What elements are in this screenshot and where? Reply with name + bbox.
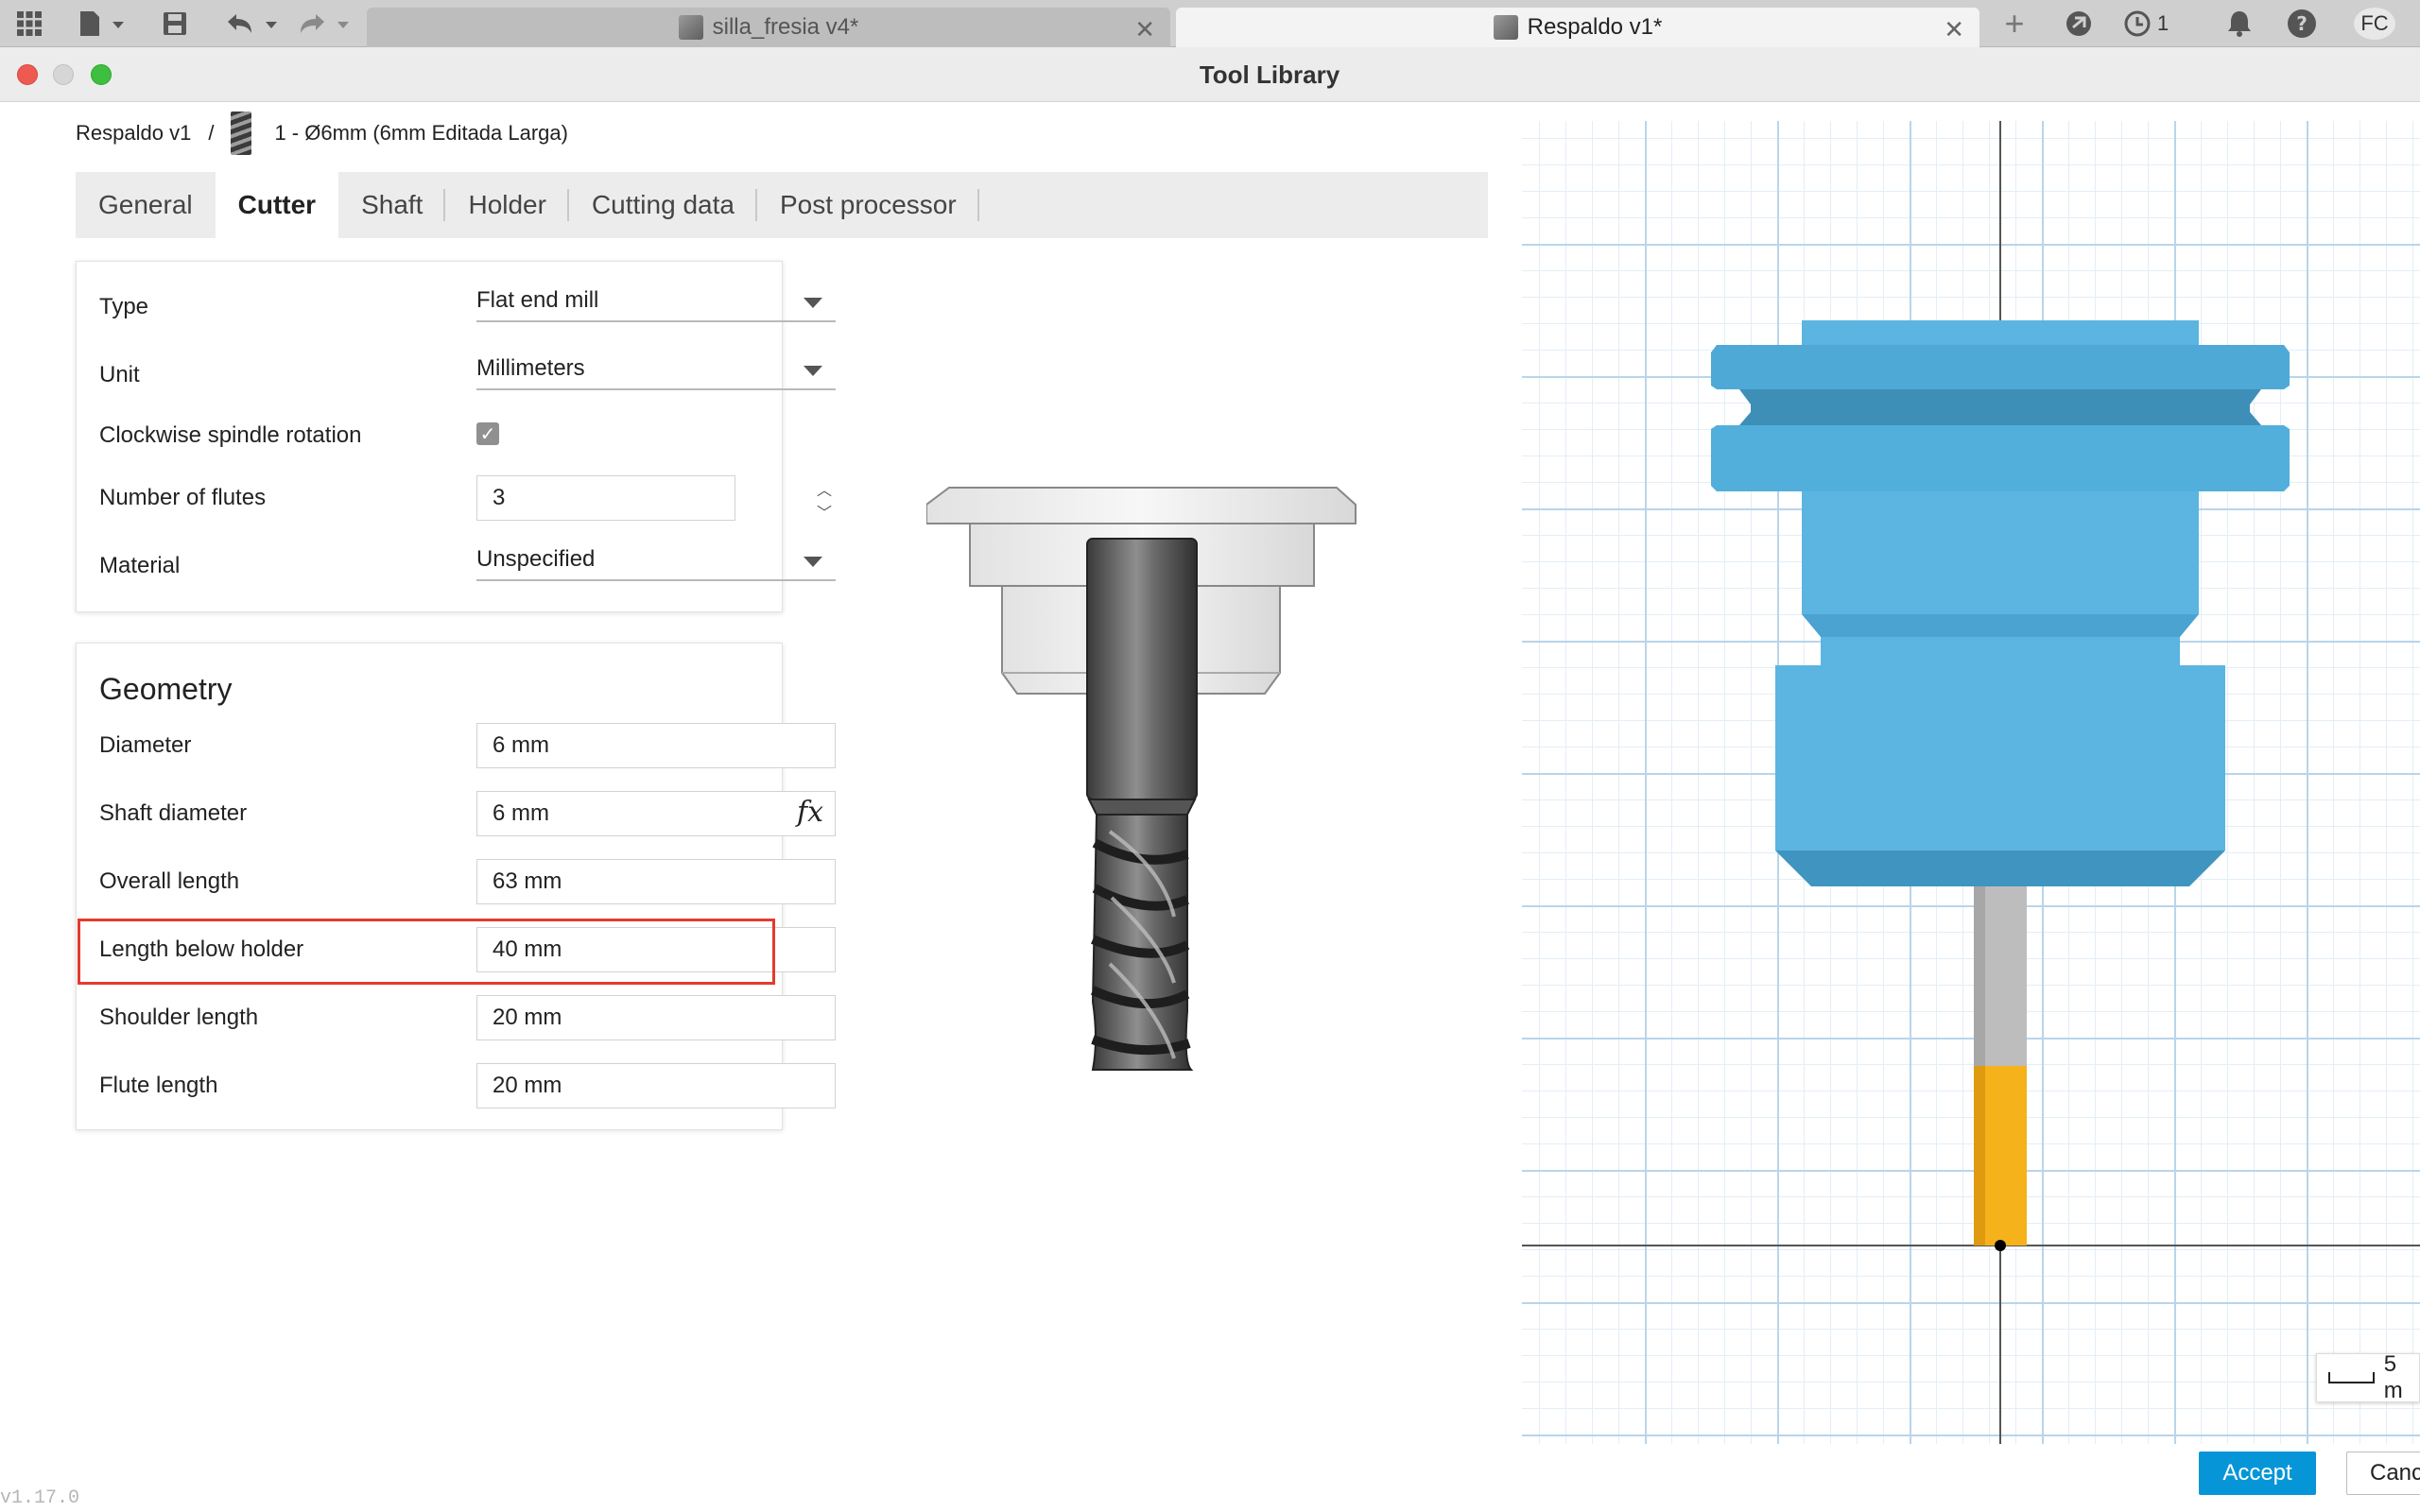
notifications-bell-icon[interactable] — [2223, 11, 2256, 37]
chevron-down-icon — [804, 366, 822, 376]
shaft-diameter-value: 6 mm — [493, 800, 549, 826]
chevron-up-icon[interactable]: ︿ — [817, 477, 832, 500]
unit-dropdown[interactable]: Millimeters — [476, 349, 836, 390]
end-mill-thumbnail-icon — [231, 112, 252, 155]
tool-tip-point — [1995, 1240, 2006, 1251]
flute-length-label: Flute length — [99, 1073, 218, 1098]
dialog-title-bar: Tool Library — [0, 47, 2420, 102]
type-label: Type — [99, 294, 149, 319]
file-icon[interactable] — [76, 11, 129, 36]
close-tab-icon[interactable]: ✕ — [1134, 15, 1155, 44]
flutes-stepper[interactable]: ︿ ﹀ — [814, 477, 835, 522]
geometry-title: Geometry — [99, 672, 233, 706]
job-count: 1 — [2157, 11, 2169, 35]
tab-holder[interactable]: Holder — [445, 172, 570, 238]
user-avatar[interactable]: FC — [2354, 8, 2395, 40]
breadcrumb-tool: 1 - Ø6mm (6mm Editada Larga) — [274, 121, 568, 145]
end-mill-shape — [1086, 538, 1198, 1071]
overall-length-input[interactable]: 63 mm — [476, 859, 836, 904]
document-tab-label: silla_fresia v4* — [712, 14, 859, 40]
scale-label: 5 m — [2383, 1351, 2403, 1403]
document-tab-respaldo[interactable]: Respaldo v1* ✕ — [1176, 8, 1979, 47]
fx-formula-icon[interactable]: fx — [797, 796, 823, 829]
breadcrumb-separator: / — [208, 121, 215, 145]
version-label: v1.17.0 — [0, 1487, 80, 1509]
tab-general[interactable]: General — [76, 172, 216, 238]
material-value: Unspecified — [476, 546, 596, 572]
tab-post-processor[interactable]: Post processor — [757, 172, 979, 238]
save-icon[interactable] — [161, 12, 189, 35]
clockwise-label: Clockwise spindle rotation — [99, 422, 362, 448]
accept-button[interactable]: Accept — [2199, 1452, 2316, 1495]
diameter-input[interactable]: 6 mm — [476, 723, 836, 768]
cancel-button[interactable]: Canc — [2346, 1452, 2420, 1495]
diameter-label: Diameter — [99, 732, 192, 758]
clockwise-checkbox[interactable]: ✓ — [476, 422, 499, 445]
highlight-annotation — [78, 919, 775, 985]
design-cube-icon — [1493, 15, 1518, 40]
undo-icon[interactable] — [223, 12, 282, 35]
chevron-down-icon[interactable]: ﹀ — [817, 500, 832, 523]
app-bar: silla_fresia v4* ✕ Respaldo v1* ✕ + 1 ? … — [0, 0, 2420, 47]
holder-3d-shape — [1711, 320, 2290, 886]
cutter-panel: Type Flat end mill Unit Millimeters Cloc… — [76, 261, 836, 612]
breadcrumb: Respaldo v1 / 1 - Ø6mm (6mm Editada Larg… — [76, 112, 568, 155]
breadcrumb-document[interactable]: Respaldo v1 — [76, 121, 191, 146]
dialog-title: Tool Library — [1199, 60, 1340, 89]
shoulder-length-label: Shoulder length — [99, 1005, 259, 1030]
new-tab-plus-icon[interactable]: + — [1998, 4, 2031, 43]
tab-cutter[interactable]: Cutter — [215, 172, 339, 238]
help-icon[interactable]: ? — [2286, 9, 2318, 38]
flute-length-input[interactable]: 20 mm — [476, 1063, 836, 1108]
unit-value: Millimeters — [476, 355, 585, 381]
material-label: Material — [99, 553, 181, 578]
close-tab-icon[interactable]: ✕ — [1944, 15, 1964, 44]
type-value: Flat end mill — [476, 287, 599, 313]
type-dropdown[interactable]: Flat end mill — [476, 281, 836, 322]
geometry-panel: Geometry Diameter 6 mm Shaft diameter 6 … — [76, 643, 836, 1130]
tool-preview — [926, 487, 1357, 1071]
document-tab-label: Respaldo v1* — [1527, 14, 1663, 40]
shoulder-length-input[interactable]: 20 mm — [476, 995, 836, 1040]
scale-indicator: 5 m — [2316, 1351, 2420, 1403]
shaft-diameter-label: Shaft diameter — [99, 800, 248, 826]
job-status-icon[interactable]: 1 — [2123, 10, 2189, 37]
shaft-diameter-input[interactable]: 6 mm fx — [476, 791, 836, 836]
chevron-down-icon — [804, 298, 822, 308]
scale-bar-icon — [2328, 1372, 2375, 1383]
cutter-3d-shape — [1974, 886, 2027, 1251]
design-cube-icon — [678, 15, 703, 40]
flutes-label: Number of flutes — [99, 485, 267, 510]
tab-shaft[interactable]: Shaft — [338, 172, 446, 238]
tool-tabs: General Cutter Shaft Holder Cutting data… — [76, 172, 1488, 238]
extensions-icon[interactable] — [2063, 11, 2095, 36]
unit-label: Unit — [99, 362, 140, 387]
chevron-down-icon — [804, 557, 822, 567]
redo-icon[interactable] — [295, 12, 354, 35]
tool-3d-model — [1522, 121, 2420, 1444]
svg-text:?: ? — [2296, 12, 2308, 35]
material-dropdown[interactable]: Unspecified — [476, 540, 836, 581]
overall-length-label: Overall length — [99, 868, 240, 894]
flutes-input[interactable]: 3 — [476, 475, 735, 521]
document-tab-silla-fresia[interactable]: silla_fresia v4* ✕ — [367, 8, 1170, 47]
tab-cutting-data[interactable]: Cutting data — [569, 172, 757, 238]
grid-menu-icon[interactable] — [15, 11, 43, 36]
